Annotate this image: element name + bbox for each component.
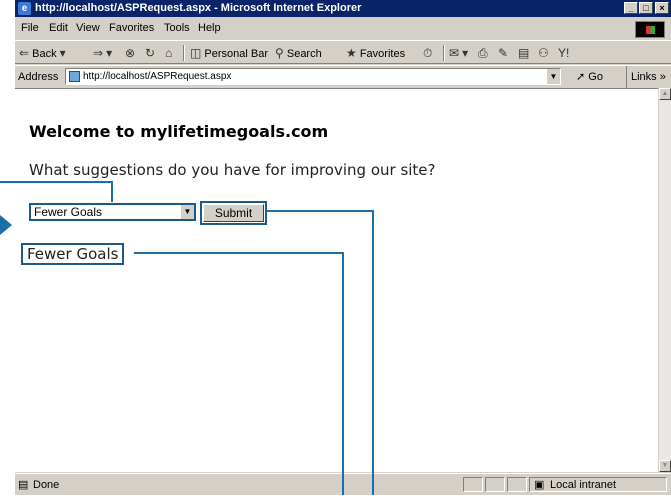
- suggestion-select[interactable]: Fewer Goals ▼: [29, 203, 196, 221]
- submit-callout-box: Submit: [200, 201, 267, 225]
- page-content: Welcome to mylifetimegoals.com What sugg…: [15, 88, 658, 472]
- personal-bar-icon: ◫: [190, 46, 202, 60]
- yahoo-icon[interactable]: Y!: [558, 41, 569, 66]
- go-button[interactable]: ➚ Go: [576, 66, 603, 88]
- favorites-icon: ★: [346, 46, 357, 60]
- chevron-down-icon: ▾: [59, 46, 66, 60]
- address-input[interactable]: http://localhost/ASPRequest.aspx ▼: [65, 68, 561, 85]
- maximize-button[interactable]: □: [639, 2, 653, 14]
- edit-icon[interactable]: ✎: [498, 41, 508, 66]
- page-heading: Welcome to mylifetimegoals.com: [29, 122, 329, 141]
- menu-edit[interactable]: Edit: [49, 18, 68, 39]
- forward-arrow-icon: ⇒: [93, 46, 104, 60]
- search-label: Search: [286, 48, 322, 60]
- personal-bar-label: Personal Bar: [204, 48, 268, 60]
- back-button[interactable]: ⇐ Back ▾: [19, 41, 66, 66]
- toolbar: ⇐ Back ▾ ⇒ ▾ ⊗ ↻ ⌂ ◫ Personal Bar ⚲ Sear…: [15, 40, 671, 64]
- menu-help[interactable]: Help: [198, 18, 221, 39]
- links-button[interactable]: Links »: [626, 66, 666, 88]
- search-button[interactable]: ⚲ Search: [275, 41, 322, 66]
- status-page-icon: ▤: [18, 479, 29, 491]
- suggestion-question: What suggestions do you have for improvi…: [29, 161, 436, 179]
- chevron-down-icon[interactable]: ▼: [180, 205, 194, 219]
- minimize-button[interactable]: _: [624, 2, 638, 14]
- result-text: Fewer Goals: [21, 243, 125, 265]
- go-arrow-icon: ➚: [576, 71, 586, 83]
- home-icon[interactable]: ⌂: [165, 41, 172, 66]
- menu-favorites[interactable]: Favorites: [109, 18, 154, 39]
- personal-bar-button[interactable]: ◫ Personal Bar: [190, 41, 268, 66]
- windows-logo-icon: [635, 21, 665, 38]
- submit-button[interactable]: Submit: [203, 204, 264, 222]
- mail-icon[interactable]: ✉ ▾: [449, 41, 468, 66]
- window-title: http://localhost/ASPRequest.aspx - Micro…: [35, 2, 362, 14]
- links-label: Links: [631, 71, 657, 83]
- chevron-down-icon: ▾: [106, 46, 113, 60]
- callout-line: [0, 181, 112, 183]
- status-cell: [463, 477, 483, 492]
- close-button[interactable]: ×: [655, 2, 669, 14]
- back-label: Back: [32, 48, 57, 60]
- intranet-icon: ▣: [534, 479, 545, 491]
- refresh-icon[interactable]: ↻: [145, 41, 155, 66]
- scroll-up-icon[interactable]: ▲: [659, 88, 671, 100]
- callout-line: [134, 252, 344, 254]
- menu-bar: File Edit View Favorites Tools Help: [15, 18, 671, 39]
- page-icon: [69, 71, 80, 82]
- callout-line: [342, 252, 344, 495]
- history-icon[interactable]: ⏱: [423, 41, 432, 66]
- back-arrow-icon: ⇐: [19, 46, 30, 60]
- messenger-icon[interactable]: ⚇: [538, 41, 549, 66]
- select-value: Fewer Goals: [34, 205, 103, 219]
- status-zone: Local intranet: [550, 479, 617, 491]
- go-label: Go: [588, 71, 603, 83]
- forward-button[interactable]: ⇒ ▾: [93, 41, 112, 66]
- address-url: http://localhost/ASPRequest.aspx: [83, 71, 232, 82]
- address-label: Address: [18, 71, 59, 83]
- discuss-icon[interactable]: ▤: [518, 41, 529, 66]
- callout-line: [111, 181, 113, 202]
- print-icon[interactable]: ⎙: [478, 41, 488, 66]
- menu-view[interactable]: View: [76, 18, 100, 39]
- address-dropdown-button[interactable]: ▼: [546, 69, 560, 84]
- vertical-scrollbar[interactable]: ▲ ▼: [658, 88, 671, 472]
- callout-line: [266, 210, 374, 212]
- title-bar[interactable]: e http://localhost/ASPRequest.aspx - Mic…: [15, 0, 671, 17]
- status-text: Done: [33, 479, 60, 491]
- toolbar-separator: [443, 45, 445, 61]
- stop-icon[interactable]: ⊗: [125, 41, 135, 66]
- toolbar-separator: [183, 45, 185, 61]
- status-cell: [485, 477, 505, 492]
- callout-arrow-icon: [0, 215, 12, 235]
- ie-logo-icon: e: [18, 2, 31, 15]
- menu-tools[interactable]: Tools: [164, 18, 190, 39]
- scroll-down-icon[interactable]: ▼: [659, 460, 671, 472]
- favorites-label: Favorites: [359, 48, 406, 60]
- address-bar: Address http://localhost/ASPRequest.aspx…: [15, 65, 671, 88]
- status-cell: [507, 477, 527, 492]
- menu-file[interactable]: File: [21, 18, 39, 39]
- callout-line: [372, 210, 374, 495]
- search-icon: ⚲: [275, 46, 284, 60]
- favorites-button[interactable]: ★ Favorites: [346, 41, 405, 66]
